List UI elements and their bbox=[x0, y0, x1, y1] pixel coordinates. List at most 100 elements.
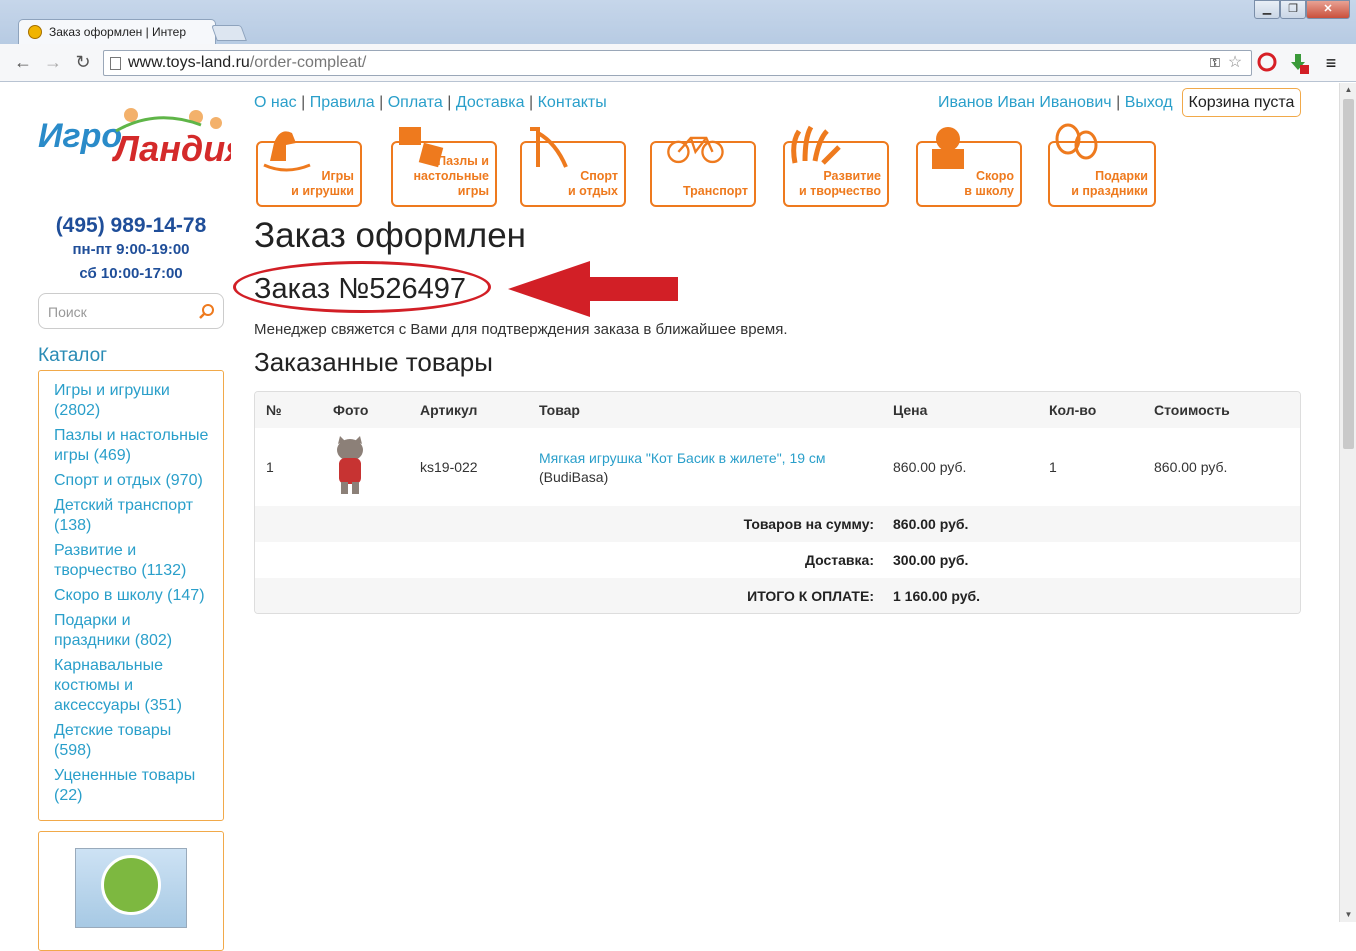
category-transport[interactable]: Транспорт bbox=[650, 136, 756, 207]
order-number: Заказ №526497 bbox=[254, 273, 467, 305]
catalog-item[interactable]: Детские товары (598) bbox=[54, 721, 211, 761]
category-label: Пазлы и настольные игры bbox=[413, 154, 489, 198]
site-logo[interactable]: Игро Ландия bbox=[36, 103, 246, 173]
category-label: Транспорт bbox=[682, 184, 748, 198]
category-toys[interactable]: Игры и игрушки bbox=[256, 131, 362, 207]
opera-extension-icon[interactable] bbox=[1256, 52, 1278, 74]
table-row: 1 ks19-022 Мягкая игрушка "Кот Басик в ж… bbox=[255, 428, 1300, 506]
close-button[interactable]: ✕ bbox=[1306, 0, 1350, 19]
product-photo[interactable] bbox=[327, 436, 373, 496]
svg-text:Игро: Игро bbox=[38, 117, 122, 155]
category-sport[interactable]: Спорт и отдых bbox=[520, 127, 626, 207]
catalog-item[interactable]: Пазлы и настольные игры (469) bbox=[54, 426, 211, 466]
key-icon[interactable]: ⚿ bbox=[1204, 52, 1226, 74]
page-scrollbar[interactable]: ▲ ▼ bbox=[1339, 83, 1356, 922]
scroll-thumb[interactable] bbox=[1343, 99, 1354, 449]
catalog-item[interactable]: Подарки и праздники (802) bbox=[54, 611, 211, 651]
menu-rules[interactable]: Правила bbox=[310, 94, 375, 111]
menu-icon[interactable]: ≡ bbox=[1320, 52, 1342, 74]
phone-number[interactable]: (495) 989-14-78 bbox=[38, 214, 224, 238]
category-label: Игры и игрушки bbox=[291, 169, 354, 198]
address-bar[interactable]: www.toys-land.ru/order-compleat/ bbox=[103, 50, 1252, 76]
search-icon[interactable] bbox=[199, 303, 215, 319]
hours-weekday: пн-пт 9:00-19:00 bbox=[72, 241, 190, 258]
download-extension-icon[interactable] bbox=[1288, 52, 1310, 74]
catalog-item[interactable]: Развитие и творчество (1132) bbox=[54, 541, 211, 581]
cart-button[interactable]: Корзина пуста bbox=[1182, 88, 1301, 117]
category-development[interactable]: Развитие и творчество bbox=[783, 125, 889, 207]
promo-image bbox=[75, 848, 187, 928]
search-input[interactable]: Поиск bbox=[38, 293, 224, 329]
item-qty: 1 bbox=[1049, 459, 1057, 475]
subtotal-value: 860.00 руб. bbox=[893, 516, 969, 532]
slide-icon bbox=[530, 127, 568, 168]
catalog-item[interactable]: Скоро в школу (147) bbox=[54, 586, 211, 606]
page-content: Игро Ландия (495) 989-14-78 пн-пт 9:00-1… bbox=[0, 83, 1356, 951]
user-menu: Иванов Иван Иванович | Выход bbox=[938, 94, 1173, 111]
delivery-label: Доставка: bbox=[804, 552, 874, 568]
item-name-link[interactable]: Мягкая игрушка "Кот Басик в жилете", 19 … bbox=[539, 450, 826, 466]
catalog-item[interactable]: Карнавальные костюмы и аксессуары (351) bbox=[54, 656, 211, 716]
item-index: 1 bbox=[266, 459, 274, 475]
category-gifts[interactable]: Подарки и праздники bbox=[1048, 123, 1156, 207]
catalog-item[interactable]: Уцененные товары (22) bbox=[54, 766, 211, 806]
reload-icon[interactable]: ↻ bbox=[72, 52, 94, 72]
ordered-items-heading: Заказанные товары bbox=[254, 347, 493, 377]
menu-about[interactable]: О нас bbox=[254, 94, 297, 111]
item-brand: (BudiBasa) bbox=[539, 469, 609, 485]
promo-banner[interactable] bbox=[38, 831, 224, 951]
title-bar: Заказ оформлен | Интер ▁ ❐ ✕ bbox=[0, 0, 1356, 45]
balloons-icon bbox=[1055, 123, 1098, 160]
url-path: /order-compleat/ bbox=[249, 54, 367, 71]
annotation-arrow-icon bbox=[508, 261, 678, 317]
user-name-link[interactable]: Иванов Иван Иванович bbox=[938, 94, 1112, 111]
url-domain: www.toys-land.ru bbox=[128, 54, 250, 71]
browser-chrome: Заказ оформлен | Интер ▁ ❐ ✕ ← → ↻ www.t… bbox=[0, 0, 1356, 82]
scroll-up-icon[interactable]: ▲ bbox=[1340, 83, 1356, 97]
new-tab-button[interactable] bbox=[211, 25, 247, 41]
bicycle-icon bbox=[667, 136, 724, 164]
browser-toolbar: ← → ↻ www.toys-land.ru/order-compleat/ ⚿… bbox=[0, 44, 1356, 82]
item-total: 860.00 руб. bbox=[1154, 459, 1228, 475]
col-product: Товар bbox=[539, 402, 580, 418]
contact-info: (495) 989-14-78 пн-пт 9:00-19:00 сб 10:0… bbox=[38, 214, 224, 286]
maximize-button[interactable]: ❐ bbox=[1280, 0, 1306, 19]
category-label: Развитие и творчество bbox=[798, 169, 881, 198]
scroll-down-icon[interactable]: ▼ bbox=[1340, 908, 1356, 922]
grand-total-label: ИТОГО К ОПЛАТЕ: bbox=[747, 588, 874, 604]
page-icon bbox=[110, 57, 121, 70]
hours-saturday: сб 10:00-17:00 bbox=[79, 265, 183, 282]
catalog-title: Каталог bbox=[38, 345, 108, 366]
category-label: Спорт и отдых bbox=[568, 169, 618, 198]
col-total: Стоимость bbox=[1154, 402, 1230, 418]
item-article: ks19-022 bbox=[420, 459, 478, 475]
logout-link[interactable]: Выход bbox=[1125, 94, 1173, 111]
menu-delivery[interactable]: Доставка bbox=[456, 94, 525, 111]
delivery-value: 300.00 руб. bbox=[893, 552, 969, 568]
catalog-item[interactable]: Детский транспорт (138) bbox=[54, 496, 211, 536]
category-school[interactable]: Скоро в школу bbox=[916, 127, 1022, 207]
forward-arrow-icon[interactable]: → bbox=[42, 52, 64, 72]
catalog-item[interactable]: Спорт и отдых (970) bbox=[54, 471, 211, 491]
minimize-button[interactable]: ▁ bbox=[1254, 0, 1280, 19]
catalog-list: Игры и игрушки (2802) Пазлы и настольные… bbox=[38, 370, 224, 821]
grand-total-value: 1 160.00 руб. bbox=[893, 588, 981, 604]
col-photo: Фото bbox=[333, 402, 369, 418]
category-puzzles[interactable]: Пазлы и настольные игры bbox=[391, 127, 497, 207]
browser-tab[interactable]: Заказ оформлен | Интер bbox=[18, 19, 216, 45]
menu-contacts[interactable]: Контакты bbox=[538, 94, 607, 111]
window-controls: ▁ ❐ ✕ bbox=[1254, 0, 1350, 20]
back-arrow-icon[interactable]: ← bbox=[12, 52, 34, 72]
category-nav: Игры и игрушки Пазлы и настольные игры С… bbox=[256, 121, 1160, 211]
manager-notice: Менеджер свяжется с Вами для подтвержден… bbox=[254, 321, 788, 338]
category-label: Подарки и праздники bbox=[1071, 169, 1148, 198]
grand-total-row: ИТОГО К ОПЛАТЕ: 1 160.00 руб. bbox=[255, 578, 1300, 613]
col-article: Артикул bbox=[420, 402, 478, 418]
table-header: № Фото Артикул Товар Цена Кол-во Стоимос… bbox=[255, 392, 1300, 428]
col-number: № bbox=[266, 402, 282, 418]
bookmark-star-icon[interactable]: ☆ bbox=[1224, 52, 1246, 74]
subtotal-label: Товаров на сумму: bbox=[743, 516, 874, 532]
subtotal-row: Товаров на сумму: 860.00 руб. bbox=[255, 506, 1300, 542]
catalog-item[interactable]: Игры и игрушки (2802) bbox=[54, 381, 211, 421]
menu-payment[interactable]: Оплата bbox=[388, 94, 443, 111]
